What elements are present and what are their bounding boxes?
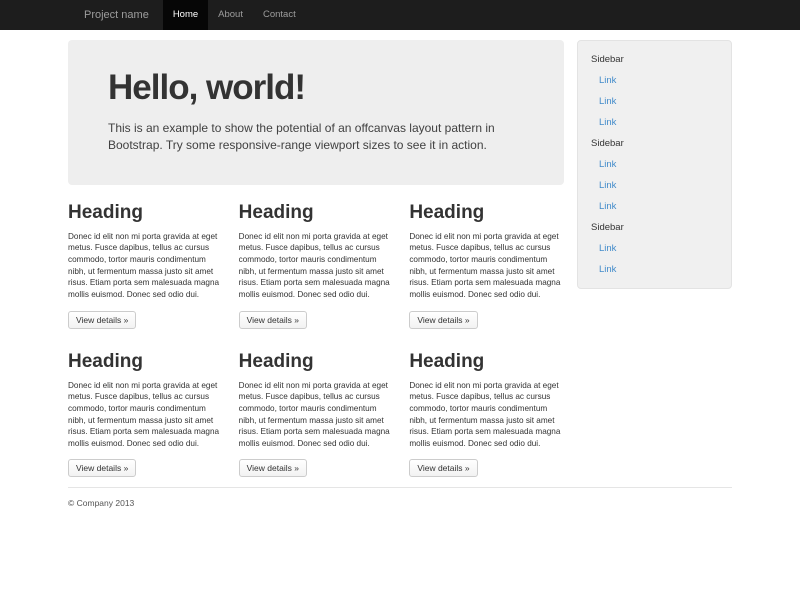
card-body-text: Donec id elit non mi porta gravida at eg… [409, 380, 564, 450]
sidebar-group-header: Sidebar [578, 49, 731, 70]
navbar-brand[interactable]: Project name [76, 0, 157, 30]
card-body-text: Donec id elit non mi porta gravida at eg… [239, 231, 394, 301]
view-details-button[interactable]: View details » [409, 311, 477, 329]
sidebar-group-header: Sidebar [578, 133, 731, 154]
nav-item-home[interactable]: Home [163, 0, 208, 30]
page-container: Hello, world! This is an example to show… [68, 30, 732, 522]
content-card: Heading Donec id elit non mi porta gravid… [68, 202, 223, 329]
view-details-button[interactable]: View details » [409, 459, 477, 477]
sidebar-link[interactable]: Link [578, 259, 731, 280]
sidebar: SidebarLinkLinkLinkSidebarLinkLinkLinkSi… [577, 40, 732, 289]
sidebar-link[interactable]: Link [578, 238, 731, 259]
content-card: Heading Donec id elit non mi porta gravid… [239, 351, 394, 478]
card-body-text: Donec id elit non mi porta gravida at eg… [68, 380, 223, 450]
nav-item-contact[interactable]: Contact [253, 0, 306, 30]
card-body-text: Donec id elit non mi porta gravida at eg… [68, 231, 223, 301]
sidebar-nav: SidebarLinkLinkLinkSidebarLinkLinkLinkSi… [578, 49, 731, 280]
content-card: Heading Donec id elit non mi porta gravid… [68, 351, 223, 478]
card-body-text: Donec id elit non mi porta gravida at eg… [409, 231, 564, 301]
jumbotron-heading: Hello, world! [108, 68, 540, 108]
footer-copyright: © Company 2013 [68, 498, 732, 508]
sidebar-link[interactable]: Link [578, 70, 731, 91]
content-row: Hello, world! This is an example to show… [68, 40, 732, 477]
sidebar-link[interactable]: Link [578, 154, 731, 175]
view-details-button[interactable]: View details » [68, 311, 136, 329]
card-heading: Heading [409, 202, 564, 224]
sidebar-link[interactable]: Link [578, 175, 731, 196]
nav-item-about[interactable]: About [208, 0, 253, 30]
navbar-inner: Project name HomeAboutContact [68, 0, 732, 30]
content-card: Heading Donec id elit non mi porta gravid… [409, 202, 564, 329]
sidebar-group-header: Sidebar [578, 217, 731, 238]
card-heading: Heading [239, 351, 394, 373]
sidebar-link[interactable]: Link [578, 112, 731, 133]
card-heading: Heading [239, 202, 394, 224]
view-details-button[interactable]: View details » [68, 459, 136, 477]
footer: © Company 2013 [68, 487, 732, 522]
jumbotron-text: This is an example to show the potential… [108, 120, 540, 155]
main-column: Hello, world! This is an example to show… [68, 40, 564, 477]
sidebar-link[interactable]: Link [578, 91, 731, 112]
content-card: Heading Donec id elit non mi porta gravid… [239, 202, 394, 329]
card-body-text: Donec id elit non mi porta gravida at eg… [239, 380, 394, 450]
card-heading: Heading [68, 202, 223, 224]
content-card: Heading Donec id elit non mi porta gravid… [409, 351, 564, 478]
navbar: Project name HomeAboutContact [0, 0, 800, 30]
card-heading: Heading [68, 351, 223, 373]
view-details-button[interactable]: View details » [239, 311, 307, 329]
jumbotron: Hello, world! This is an example to show… [68, 40, 564, 185]
view-details-button[interactable]: View details » [239, 459, 307, 477]
cards-grid: Heading Donec id elit non mi porta gravid… [68, 202, 564, 478]
navbar-menu: HomeAboutContact [163, 0, 306, 30]
sidebar-link[interactable]: Link [578, 196, 731, 217]
card-heading: Heading [409, 351, 564, 373]
